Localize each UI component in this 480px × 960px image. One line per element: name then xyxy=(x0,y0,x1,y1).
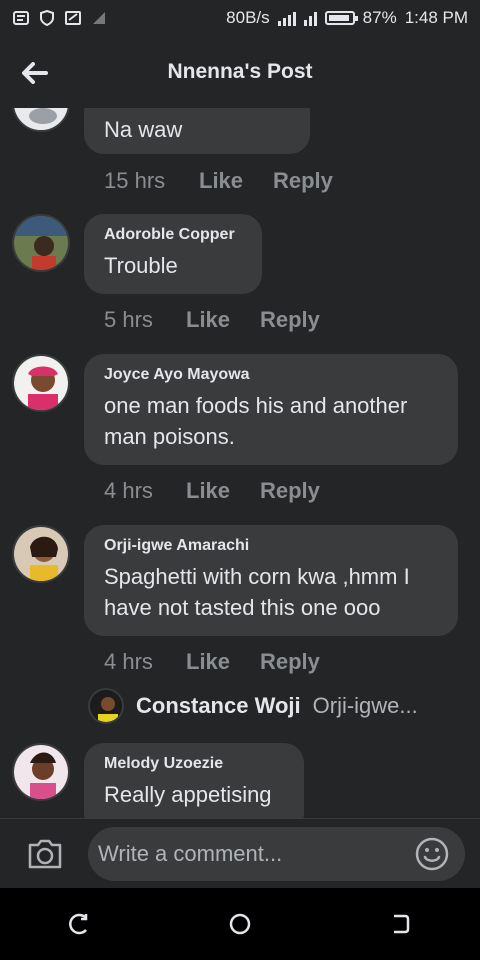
reply-button[interactable]: Reply xyxy=(273,168,333,194)
arrow-left-icon xyxy=(22,62,48,84)
home-icon xyxy=(229,913,251,935)
cast-icon xyxy=(64,9,82,27)
comment-time: 5 hrs xyxy=(104,307,153,332)
comment-input[interactable] xyxy=(98,841,398,867)
recent-apps-icon xyxy=(69,913,88,935)
comment-meta: 4 hrs Like Reply xyxy=(104,478,320,504)
comment-meta: 15 hrs Like Reply xyxy=(104,168,333,194)
avatar[interactable] xyxy=(12,743,70,801)
reply-button[interactable]: Reply xyxy=(260,478,320,504)
back-button[interactable] xyxy=(18,56,52,90)
comment-time: 15 hrs xyxy=(104,168,166,193)
comment-meta: 4 hrs Like Reply xyxy=(104,649,320,675)
reply-button[interactable]: Reply xyxy=(260,307,320,333)
camera-icon xyxy=(28,839,62,869)
comment-bubble[interactable]: Na waw xyxy=(84,108,310,154)
comment-bubble[interactable]: Adoroble Copper Trouble xyxy=(84,214,262,294)
comment-time: 4 hrs xyxy=(104,649,153,674)
network-speed: 80B/s xyxy=(226,8,270,27)
notification-icon xyxy=(12,9,30,27)
comment-text: Spaghetti with corn kwa ,hmm I have not … xyxy=(104,564,410,620)
comment-time: 4 hrs xyxy=(104,478,153,503)
recent-apps-button[interactable] xyxy=(60,904,100,944)
comment-text: one man foods his and another man poison… xyxy=(104,393,408,449)
signal-strength-icon xyxy=(277,10,296,26)
nav-back-icon xyxy=(394,914,410,934)
battery-icon xyxy=(324,11,358,25)
shield-icon xyxy=(38,9,56,27)
comment-bubble[interactable]: Melody Uzoezie Really appetising xyxy=(84,743,304,818)
comment-text: Trouble xyxy=(104,253,178,278)
reply-button[interactable]: Reply xyxy=(260,649,320,675)
comment-bubble[interactable]: Orji-igwe Amarachi Spaghetti with corn k… xyxy=(84,525,458,636)
page-title: Nnenna's Post xyxy=(167,60,313,83)
comment-meta: 5 hrs Like Reply xyxy=(104,307,320,333)
battery-level: 87% xyxy=(362,8,397,27)
signal-off-icon xyxy=(90,9,108,27)
comments-list[interactable]: Na waw 15 hrs Like Reply Adoroble Copper… xyxy=(0,108,480,818)
status-bar: 80B/s 87% 1:48 PM xyxy=(0,0,480,36)
camera-button[interactable] xyxy=(26,835,64,873)
comment-composer xyxy=(0,818,480,888)
data-signal-icon xyxy=(303,10,317,26)
like-button[interactable]: Like xyxy=(186,307,260,333)
avatar[interactable] xyxy=(12,214,70,272)
like-button[interactable]: Like xyxy=(186,649,260,675)
system-nav-bar xyxy=(0,888,480,960)
comment-author[interactable]: Adoroble Copper xyxy=(104,226,242,244)
comment-bubble[interactable]: Joyce Ayo Mayowa one man foods his and a… xyxy=(84,354,458,465)
emoji-button[interactable] xyxy=(415,837,449,871)
avatar[interactable] xyxy=(12,354,70,412)
reply-author: Constance Woji xyxy=(136,693,301,718)
comment-text: Really appetising xyxy=(104,782,272,807)
clock: 1:48 PM xyxy=(404,8,468,27)
comment-author[interactable]: Joyce Ayo Mayowa xyxy=(104,366,438,384)
reply-snippet: Orji-igwe... xyxy=(312,693,418,718)
comment-author[interactable]: Melody Uzoezie xyxy=(104,755,284,773)
like-button[interactable]: Like xyxy=(186,478,260,504)
like-button[interactable]: Like xyxy=(199,168,273,194)
nav-back-button[interactable] xyxy=(380,904,420,944)
reply-preview[interactable]: Constance Woji Orji-igwe... xyxy=(88,688,418,724)
avatar[interactable] xyxy=(12,525,70,583)
comment-input-container[interactable] xyxy=(88,827,465,881)
avatar[interactable] xyxy=(12,108,70,132)
page-header: Nnenna's Post xyxy=(0,36,480,108)
home-button[interactable] xyxy=(220,904,260,944)
comment-text: Na waw xyxy=(104,117,183,142)
avatar xyxy=(88,688,124,724)
comment-author[interactable]: Orji-igwe Amarachi xyxy=(104,537,438,555)
emoji-icon xyxy=(415,837,449,871)
